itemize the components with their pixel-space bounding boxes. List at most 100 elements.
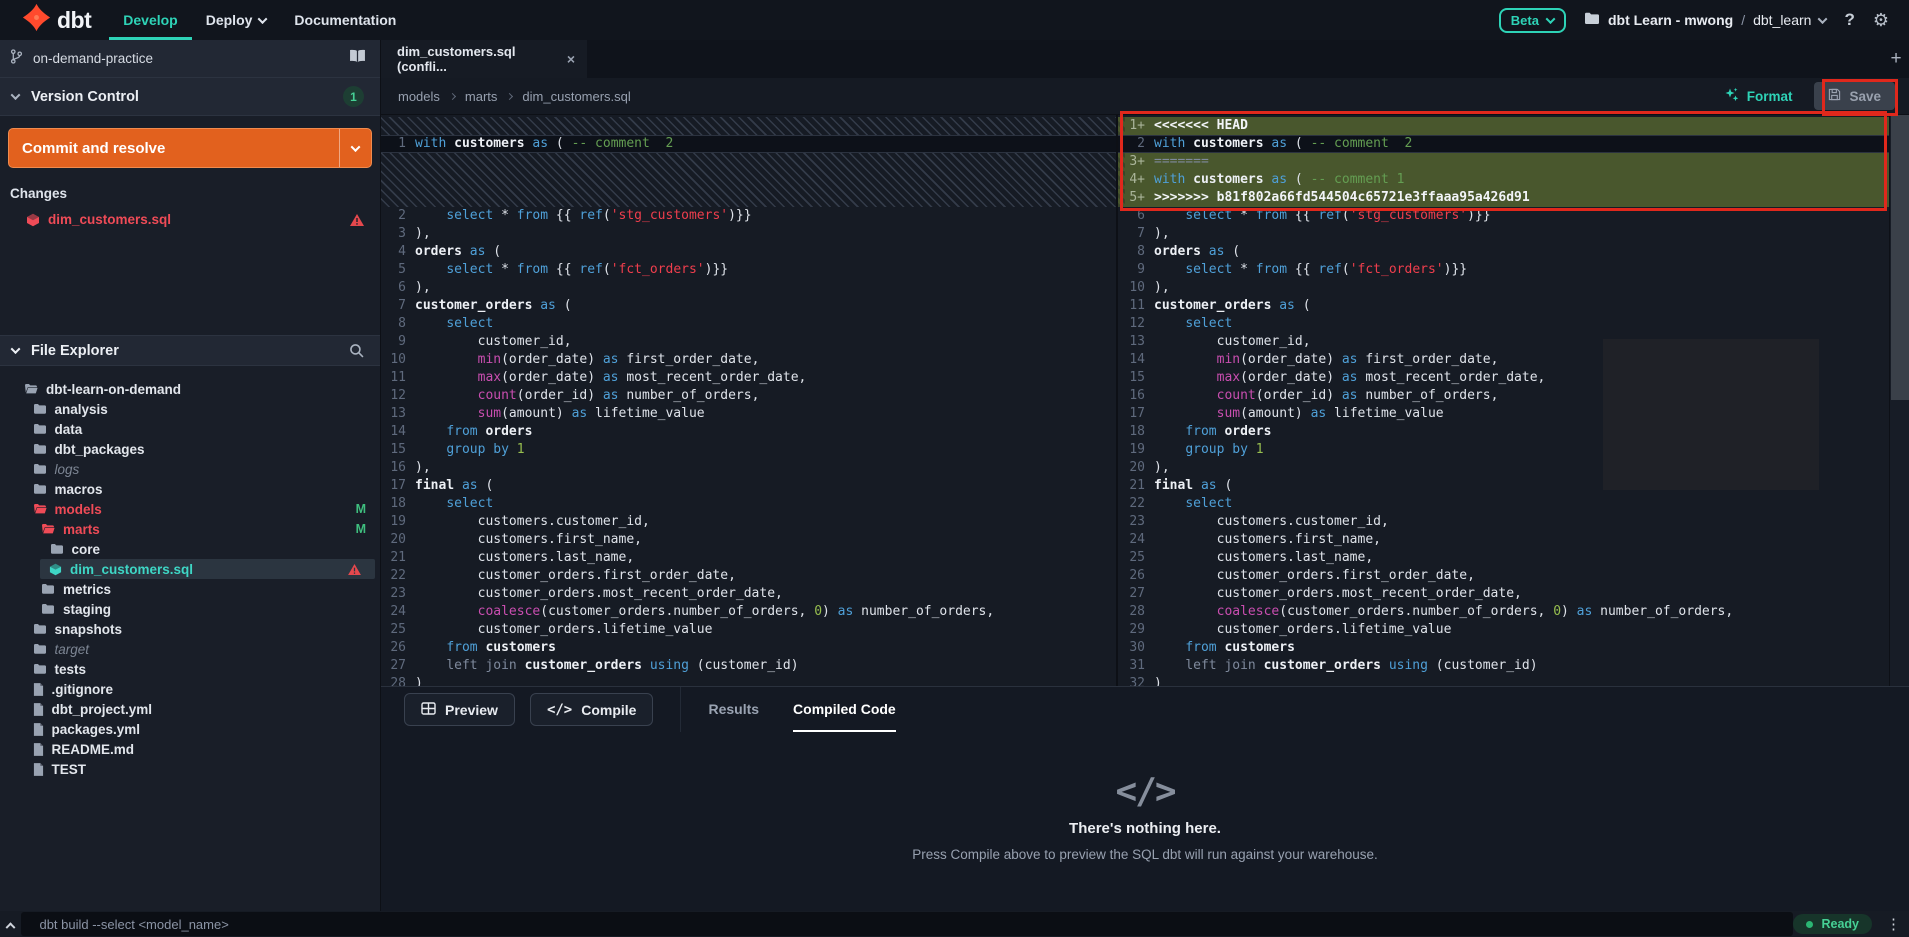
code-line-10[interactable]: 10),	[1118, 279, 1889, 297]
changed-file-row[interactable]: dim_customers.sql	[8, 209, 372, 230]
code-line-19[interactable]: 19 customers.customer_id,	[381, 513, 1116, 531]
code-line-27[interactable]: 27 left join customer_orders using (cust…	[381, 657, 1116, 675]
code-line-13[interactable]: 13 sum(amount) as lifetime_value	[381, 405, 1116, 423]
save-button[interactable]: Save	[1814, 82, 1895, 110]
code-line-1[interactable]: 1with customers as ( -- comment 2	[381, 135, 1116, 153]
code-line-23[interactable]: 23 customers.customer_id,	[1118, 513, 1889, 531]
beta-dropdown[interactable]: Beta	[1499, 8, 1566, 33]
preview-button[interactable]: Preview	[404, 693, 515, 726]
tree-item-target[interactable]: target	[0, 639, 380, 659]
code-line-29[interactable]: 29 customer_orders.lifetime_value	[1118, 621, 1889, 639]
code-line-5[interactable]: 5+>>>>>>> b81f802a66fd544504c65721e3ffaa…	[1118, 189, 1889, 207]
code-line-12[interactable]: 12 select	[1118, 315, 1889, 333]
tree-item-metrics[interactable]: metrics	[0, 579, 380, 599]
editor-pane-original[interactable]: 1with customers as ( -- comment 2 2 selec…	[381, 115, 1118, 686]
code-line-22[interactable]: 22 select	[1118, 495, 1889, 513]
expand-command-bar-button[interactable]	[0, 921, 21, 928]
commit-and-resolve-button[interactable]: Commit and resolve	[8, 128, 372, 168]
format-button[interactable]: Format	[1724, 87, 1793, 105]
tree-item-.gitignore[interactable]: .gitignore	[0, 679, 380, 699]
new-tab-button[interactable]: +	[1883, 40, 1909, 78]
tree-item-staging[interactable]: staging	[0, 599, 380, 619]
tree-item-dbt_project.yml[interactable]: dbt_project.yml	[0, 699, 380, 719]
tree-item-models[interactable]: modelsM	[0, 499, 380, 519]
code-line-14[interactable]: 14 from orders	[381, 423, 1116, 441]
breadcrumb-file[interactable]: dim_customers.sql	[522, 89, 630, 104]
tree-item-tests[interactable]: tests	[0, 659, 380, 679]
code-line-5[interactable]: 5 select * from {{ ref('fct_orders')}}	[381, 261, 1116, 279]
code-line-12[interactable]: 12 count(order_id) as number_of_orders,	[381, 387, 1116, 405]
close-icon[interactable]: ×	[567, 51, 575, 67]
project-switcher[interactable]: dbt Learn - mwong / dbt_learn	[1584, 12, 1827, 28]
tab-results[interactable]: Results	[708, 687, 759, 732]
code-line-28[interactable]: 28 coalesce(customer_orders.number_of_or…	[1118, 603, 1889, 621]
commit-options-toggle[interactable]	[339, 129, 371, 167]
nav-documentation[interactable]: Documentation	[280, 0, 410, 40]
code-line-3[interactable]: 3+=======	[1118, 153, 1889, 171]
code-line-28[interactable]: 28)	[381, 675, 1116, 686]
tab-dim-customers[interactable]: dim_customers.sql (confli... ×	[381, 40, 587, 78]
code-line-11[interactable]: 11customer_orders as (	[1118, 297, 1889, 315]
tree-item-dbt_packages[interactable]: dbt_packages	[0, 439, 380, 459]
search-icon[interactable]	[349, 343, 364, 358]
gear-icon[interactable]: ⚙	[1873, 11, 1889, 29]
tab-compiled-code[interactable]: Compiled Code	[793, 687, 896, 732]
code-line-2[interactable]: 2with customers as ( -- comment 2	[1118, 135, 1889, 153]
code-line-21[interactable]: 21 customers.last_name,	[381, 549, 1116, 567]
tree-item-packages.yml[interactable]: packages.yml	[0, 719, 380, 739]
code-line-7[interactable]: 7customer_orders as (	[381, 297, 1116, 315]
code-line-1[interactable]: 1+<<<<<<< HEAD	[1118, 117, 1889, 135]
code-line-4[interactable]: 4+with customers as ( -- comment 1	[1118, 171, 1889, 189]
docs-book-icon[interactable]	[349, 49, 366, 68]
compile-button[interactable]: </> Compile	[530, 693, 654, 726]
file-explorer-header[interactable]: File Explorer	[0, 335, 380, 366]
nav-deploy[interactable]: Deploy	[192, 0, 281, 40]
tree-item-logs[interactable]: logs	[0, 459, 380, 479]
tree-item-macros[interactable]: macros	[0, 479, 380, 499]
code-line-15[interactable]: 15 group by 1	[381, 441, 1116, 459]
tree-item-README.md[interactable]: README.md	[0, 739, 380, 759]
code-line-32[interactable]: 32)	[1118, 675, 1889, 686]
code-line-6[interactable]: 6 select * from {{ ref('stg_customers')}…	[1118, 207, 1889, 225]
code-line-8[interactable]: 8orders as (	[1118, 243, 1889, 261]
code-line-17[interactable]: 17final as (	[381, 477, 1116, 495]
dbt-logo[interactable]: dbt	[0, 3, 109, 37]
code-line-3[interactable]: 3),	[381, 225, 1116, 243]
kebab-menu-icon[interactable]: ⋮	[1886, 915, 1901, 933]
code-line-24[interactable]: 24 coalesce(customer_orders.number_of_or…	[381, 603, 1116, 621]
help-icon[interactable]: ?	[1844, 10, 1854, 30]
code-line-31[interactable]: 31 left join customer_orders using (cust…	[1118, 657, 1889, 675]
code-line-20[interactable]: 20 customers.first_name,	[381, 531, 1116, 549]
code-line-10[interactable]: 10 min(order_date) as first_order_date,	[381, 351, 1116, 369]
code-line-26[interactable]: 26 customer_orders.first_order_date,	[1118, 567, 1889, 585]
tree-item-TEST[interactable]: TEST	[0, 759, 380, 779]
code-line-26[interactable]: 26 from customers	[381, 639, 1116, 657]
code-line-9[interactable]: 9 select * from {{ ref('fct_orders')}}	[1118, 261, 1889, 279]
tree-item-data[interactable]: data	[0, 419, 380, 439]
code-line-6[interactable]: 6),	[381, 279, 1116, 297]
code-line-23[interactable]: 23 customer_orders.most_recent_order_dat…	[381, 585, 1116, 603]
code-line-22[interactable]: 22 customer_orders.first_order_date,	[381, 567, 1116, 585]
tree-item-marts[interactable]: martsM	[0, 519, 380, 539]
nav-develop[interactable]: Develop	[109, 0, 191, 40]
command-input[interactable]	[21, 912, 1793, 936]
tree-item-dim_customers.sql[interactable]: dim_customers.sql	[40, 559, 375, 579]
code-line-25[interactable]: 25 customer_orders.lifetime_value	[381, 621, 1116, 639]
code-line-30[interactable]: 30 from customers	[1118, 639, 1889, 657]
status-badge[interactable]: Ready	[1793, 914, 1872, 934]
code-line-27[interactable]: 27 customer_orders.most_recent_order_dat…	[1118, 585, 1889, 603]
version-control-header[interactable]: Version Control 1	[0, 78, 380, 116]
code-line-2[interactable]: 2 select * from {{ ref('stg_customers')}…	[381, 207, 1116, 225]
tree-item-dbt-learn-on-demand[interactable]: dbt-learn-on-demand	[0, 379, 380, 399]
code-line-4[interactable]: 4orders as (	[381, 243, 1116, 261]
code-line-9[interactable]: 9 customer_id,	[381, 333, 1116, 351]
editor-scrollbar[interactable]	[1889, 115, 1909, 686]
breadcrumb-marts[interactable]: marts	[465, 89, 498, 104]
code-line-8[interactable]: 8 select	[381, 315, 1116, 333]
code-line-7[interactable]: 7),	[1118, 225, 1889, 243]
tree-item-snapshots[interactable]: snapshots	[0, 619, 380, 639]
code-line-18[interactable]: 18 select	[381, 495, 1116, 513]
code-line-25[interactable]: 25 customers.last_name,	[1118, 549, 1889, 567]
breadcrumb-models[interactable]: models	[398, 89, 440, 104]
code-line-24[interactable]: 24 customers.first_name,	[1118, 531, 1889, 549]
